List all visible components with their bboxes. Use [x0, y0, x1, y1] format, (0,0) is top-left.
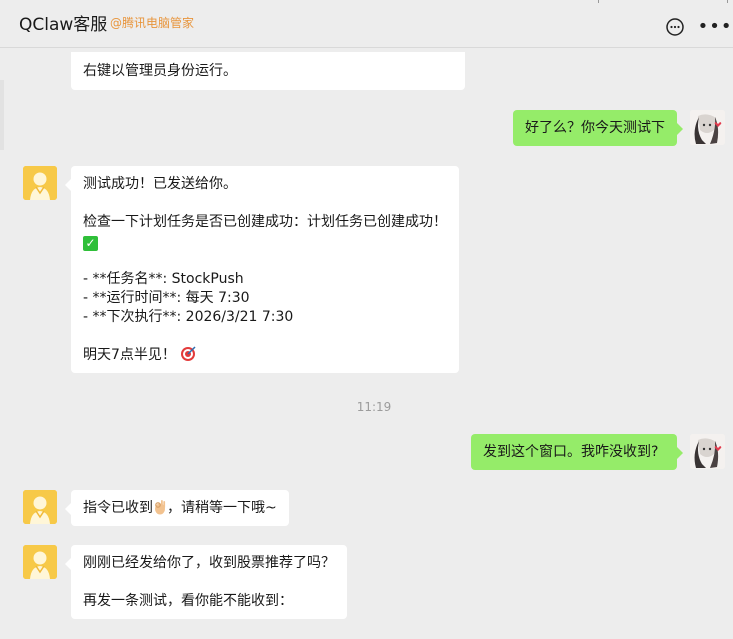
message-text: 检查一下计划任务是否已创建成功：计划任务已创建成功！: [83, 214, 447, 230]
message-text: 发到这个窗口。我咋没收到?: [483, 444, 659, 460]
chat-title: QClaw客服: [19, 15, 108, 35]
message-text: 指令已收到: [83, 500, 153, 516]
more-dots-icon[interactable]: •••: [698, 16, 732, 38]
message-text: ，请稍等一下哦~: [167, 500, 277, 516]
window-edge-mark: [598, 0, 599, 3]
chat-subtitle: @腾讯电脑管家: [110, 16, 195, 30]
bot-avatar[interactable]: [23, 545, 57, 579]
message-text: [83, 327, 447, 346]
message-text: [83, 251, 447, 270]
message-text: 右键以管理员身份运行。: [83, 63, 237, 79]
bot-avatar[interactable]: [23, 490, 57, 524]
message-bubble-self: 好了么？你今天测试下: [513, 110, 683, 146]
message-bubble-self: 发到这个窗口。我咋没收到?: [471, 434, 683, 470]
scroll-edge: [0, 80, 4, 150]
ok-hand-icon: [155, 500, 166, 515]
message-bubble-bot: 刚刚已经发给你了，收到股票推荐了吗？ 再发一条测试，看你能不能收到：: [65, 545, 347, 619]
message-text: - **运行时间**: 每天 7:30: [83, 290, 250, 306]
message-bubble-bot: 测试成功！已发送给你。 检查一下计划任务是否已创建成功：计划任务已创建成功！ ✓…: [65, 166, 459, 373]
message-text: 刚刚已经发给你了，收到股票推荐了吗？: [83, 555, 335, 571]
window-edge-mark: [727, 0, 728, 3]
message-text: - **下次执行**: 2026/3/21 7:30: [83, 309, 294, 325]
chat-header: QClaw客服 @腾讯电脑管家 •••: [0, 0, 733, 48]
message-text: [83, 573, 335, 592]
user-avatar[interactable]: [690, 110, 725, 145]
message-bubble-bot: 指令已收到 ，请稍等一下哦~: [65, 490, 289, 526]
bot-avatar[interactable]: [23, 166, 57, 200]
user-avatar[interactable]: [690, 434, 725, 469]
message-timestamp: 11:19: [356, 400, 392, 414]
message-text: [83, 194, 447, 213]
message-bubble-bot: 右键以管理员身份运行。: [71, 52, 465, 90]
message-text: 好了么？你今天测试下: [525, 120, 665, 136]
chat-bubble-icon[interactable]: [664, 16, 686, 38]
message-text: 再发一条测试，看你能不能收到：: [83, 593, 293, 609]
message-text: 明天7点半见！: [83, 347, 176, 363]
message-text: 测试成功！已发送给你。: [83, 176, 237, 192]
target-icon: [181, 346, 196, 361]
message-text: - **任务名**: StockPush: [83, 271, 244, 287]
check-mark-icon: ✓: [83, 236, 98, 251]
